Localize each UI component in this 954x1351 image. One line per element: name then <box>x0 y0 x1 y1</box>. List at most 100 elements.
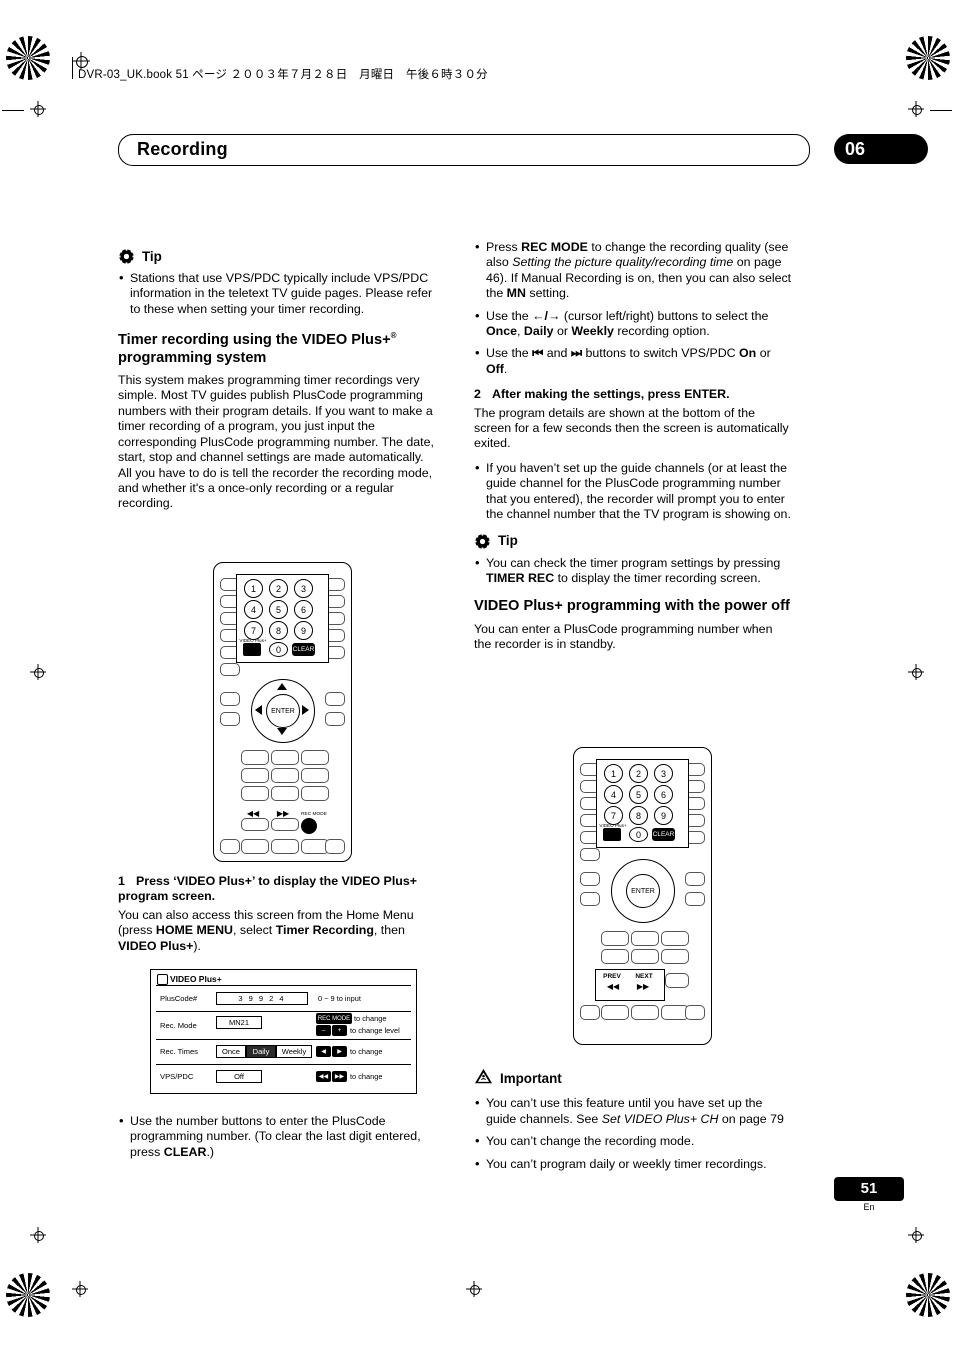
rectimes-option-daily[interactable]: Daily <box>246 1045 276 1058</box>
transport-left-icon: ◀◀ <box>246 809 260 818</box>
off-keyword: Off <box>486 361 504 376</box>
remote-button <box>631 1005 659 1020</box>
remote-button <box>631 931 659 946</box>
remote-key-6: 6 <box>294 600 313 619</box>
section-heading-line1: Timer recording using the VIDEO Plus+ <box>118 332 391 349</box>
rectimes-note: to change <box>350 1047 383 1056</box>
crop-mark-left <box>2 110 24 111</box>
row-label-rectimes: Rec. Times <box>160 1047 198 1056</box>
header-filename: DVR-03_UK.book 51 ページ ２００３年７月２８日 月曜日 午後６… <box>78 69 488 81</box>
remote-control-illustration-top: 1 2 3 4 5 6 7 8 9 VIDEO Plus+ 0 CLEAR EN… <box>213 562 353 862</box>
remote-key-0: 0 <box>629 827 648 842</box>
transport-right-button <box>271 818 299 831</box>
bullet3-mid: and <box>543 346 571 361</box>
weekly-keyword: Weekly <box>571 324 614 339</box>
header-rule <box>72 57 73 79</box>
tip-bullet-c: to display the timer recording screen. <box>554 570 761 585</box>
list-item: You can’t program daily or weekly timer … <box>474 1156 792 1172</box>
list-item: You can check the timer program settings… <box>474 555 792 587</box>
warning-icon <box>474 1068 493 1089</box>
list-item: Press REC MODE to change the recording q… <box>474 239 792 302</box>
set-videoplus-ch-italic: Set VIDEO Plus+ CH <box>601 1111 719 1126</box>
cursor-left-icon <box>255 705 262 715</box>
remote-key-8: 8 <box>269 621 288 640</box>
cross-ref-italic: Setting the picture quality/recording ti… <box>512 255 734 270</box>
remote-button <box>271 768 299 783</box>
remote-key-1: 1 <box>604 764 623 783</box>
row-label-pluscode: PlusCode# <box>160 994 198 1003</box>
next-track-icon: ⏭ <box>570 346 583 361</box>
corner-wedge-bottom-right <box>906 1273 950 1317</box>
remote-key-8: 8 <box>629 806 648 825</box>
cursor-left-key-chip: ◀ <box>316 1046 331 1057</box>
mn-keyword: MN <box>506 286 526 301</box>
remote-button <box>601 949 629 964</box>
daily-keyword: Daily <box>523 324 554 339</box>
recmode-note: to change <box>354 1014 387 1023</box>
tip-heading-left: Tip <box>118 248 436 265</box>
step-1-text: Press ‘VIDEO Plus+’ to display the VIDEO… <box>118 874 417 904</box>
recmode-value: MN21 <box>216 1016 262 1029</box>
enter-key: ENTER <box>266 694 300 728</box>
remote-key-9: 9 <box>294 621 313 640</box>
bullet2-sep2: or <box>553 324 572 339</box>
list-item: Use the ⏮ and ⏭ buttons to switch VPS/PD… <box>474 345 792 377</box>
vpspdc-value[interactable]: Off <box>216 1070 262 1083</box>
on-keyword: On <box>739 346 757 361</box>
registration-ring-right-lower <box>912 1231 922 1241</box>
videoplus-key <box>603 828 621 841</box>
rectimes-option-weekly[interactable]: Weekly <box>276 1045 312 1058</box>
step-2-text: After making the settings, press ENTER. <box>492 387 730 402</box>
remote-side-button <box>580 848 600 861</box>
remote-button <box>601 1005 629 1020</box>
cursor-right-key-chip: ▶ <box>332 1046 347 1057</box>
registration-ring-right-upper <box>912 105 922 115</box>
remote-key-3: 3 <box>654 764 673 783</box>
remote-side-button <box>220 692 240 706</box>
page-title: Recording <box>137 139 228 159</box>
clear-key: CLEAR <box>292 643 315 656</box>
tip-label-right: Tip <box>498 533 518 549</box>
bullet2-d: recording option. <box>613 324 710 339</box>
tip-bullets-right: You can check the timer program settings… <box>474 555 792 587</box>
cursor-up-icon <box>277 683 287 690</box>
page-language: En <box>863 1202 875 1212</box>
tip-heading-right: Tip <box>474 532 792 550</box>
section-body-power-off: You can enter a PlusCode programming num… <box>474 621 773 652</box>
remote-button <box>301 768 329 783</box>
bullet3-c: buttons to switch VPS/PDC <box>582 346 740 361</box>
step-1-body-c: , select <box>232 923 276 938</box>
cursor-down-icon <box>277 728 287 735</box>
recmode-note2: to change level <box>350 1026 400 1035</box>
important-1-b: on page 79 <box>718 1111 784 1126</box>
remote-button <box>631 949 659 964</box>
remote-button <box>271 786 299 801</box>
registration-ring-right-mid <box>912 668 922 678</box>
remote-button <box>601 931 629 946</box>
remote-side-button <box>685 1005 705 1020</box>
home-menu-keyword: HOME MENU <box>155 923 233 938</box>
remote-side-button <box>685 892 705 906</box>
remote-button <box>241 839 269 854</box>
row-label-recmode: Rec. Mode <box>160 1021 197 1030</box>
remote-button <box>241 768 269 783</box>
remote-button <box>301 786 329 801</box>
rec-mode-keyword: REC MODE <box>521 240 588 254</box>
left-column-after-screen: Use the number buttons to enter the Plus… <box>118 1113 436 1170</box>
plus-key-chip: + <box>332 1025 347 1036</box>
transport-left-button <box>241 818 269 831</box>
registered-mark: ® <box>390 331 397 341</box>
remote-button <box>271 839 299 854</box>
page: DVR-03_UK.book 51 ページ ２００３年７月２８日 月曜日 午後６… <box>0 0 954 1351</box>
remote-key-2: 2 <box>629 764 648 783</box>
rectimes-option-once[interactable]: Once <box>216 1045 246 1058</box>
page-number: 51 <box>860 1180 878 1197</box>
remote-button <box>301 750 329 765</box>
remote-button <box>241 750 269 765</box>
corner-wedge-top-right <box>906 36 950 80</box>
registration-ring-bottom-center <box>470 1285 480 1295</box>
step-2-bullets: If you haven’t set up the guide channels… <box>474 460 792 523</box>
after-screen-bullet-c: .) <box>206 1144 215 1159</box>
list-item: Use the ←/→ (cursor left/right) buttons … <box>474 308 792 340</box>
rec-mode-key-label: REC MODE <box>301 812 327 817</box>
